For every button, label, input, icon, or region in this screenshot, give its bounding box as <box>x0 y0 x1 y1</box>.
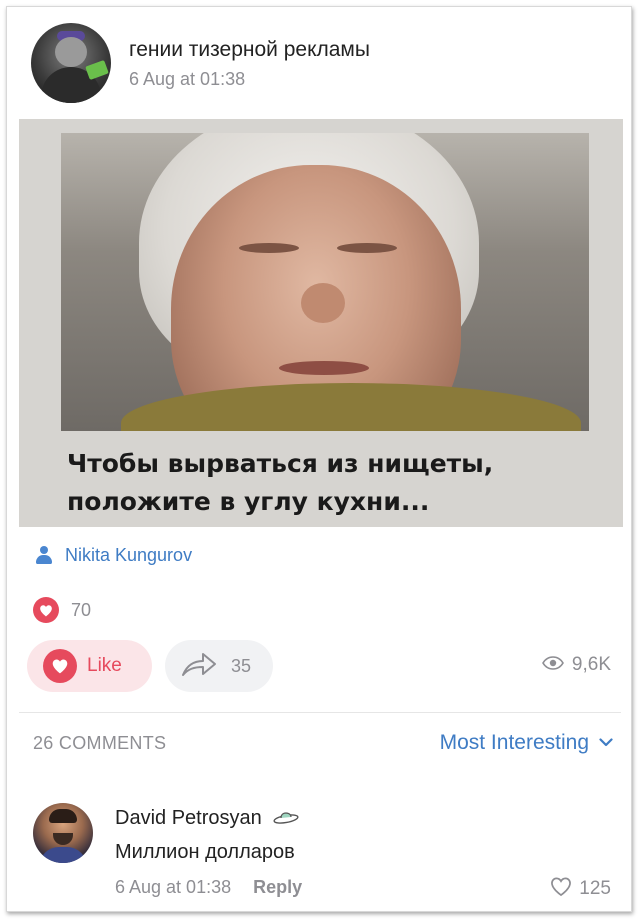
commenter-name[interactable]: David Petrosyan <box>115 807 262 830</box>
comment-time[interactable]: 6 Aug at 01:38 <box>115 877 231 898</box>
person-icon <box>35 546 53 564</box>
likes-summary[interactable]: 70 <box>33 597 91 623</box>
comments-sort-select[interactable]: Most Interesting <box>440 731 613 755</box>
header-text: гении тизерной рекламы 6 Aug at 01:38 <box>129 37 370 90</box>
post-actions: Like 35 9,6K <box>27 640 617 692</box>
eye-icon <box>541 655 564 675</box>
image-caption: Чтобы вырваться из нищеты, положите в уг… <box>67 445 607 521</box>
image-caption-line1: Чтобы вырваться из нищеты, <box>67 449 494 478</box>
share-icon <box>181 651 217 682</box>
group-name[interactable]: гении тизерной рекламы <box>129 37 370 63</box>
views-count: 9,6K <box>571 654 611 675</box>
post-image[interactable]: Чтобы вырваться из нищеты, положите в уг… <box>19 119 623 527</box>
sort-label[interactable]: Most Interesting <box>440 731 589 755</box>
comment-meta: 6 Aug at 01:38 Reply <box>115 877 302 898</box>
post-author[interactable]: Nikita Kungurov <box>35 543 192 567</box>
comment-likes-count: 125 <box>579 878 611 899</box>
commenter-avatar[interactable] <box>33 803 93 863</box>
share-button[interactable]: 35 <box>165 640 273 692</box>
comment-item: David Petrosyan Миллион долларов 6 Aug a… <box>33 799 623 909</box>
comments-count: 26 COMMENTS <box>33 733 167 753</box>
comment-like-button[interactable]: 125 <box>549 876 611 902</box>
post-time[interactable]: 6 Aug at 01:38 <box>129 69 370 90</box>
like-button[interactable]: Like <box>27 640 152 692</box>
heart-icon <box>33 597 59 623</box>
commenter-name-row: David Petrosyan <box>115 807 300 830</box>
post-header: гении тизерной рекламы 6 Aug at 01:38 <box>31 23 370 103</box>
author-name[interactable]: Nikita Kungurov <box>65 545 192 566</box>
likes-count: 70 <box>71 599 92 620</box>
heart-outline-icon <box>549 876 573 902</box>
shares-count: 35 <box>231 655 252 676</box>
heart-icon <box>43 649 77 683</box>
comment-text: Миллион долларов <box>115 841 295 863</box>
like-label: Like <box>87 655 122 676</box>
views-counter: 9,6K <box>541 654 611 676</box>
chevron-down-icon <box>599 734 613 752</box>
divider <box>19 712 621 713</box>
photo-elderly-woman <box>61 133 589 431</box>
post-card: гении тизерной рекламы 6 Aug at 01:38 Чт… <box>6 6 632 912</box>
ufo-icon <box>272 807 300 830</box>
group-avatar[interactable] <box>31 23 111 103</box>
reply-button[interactable]: Reply <box>253 877 302 898</box>
image-caption-line2: положите в углу кухни... <box>67 487 430 516</box>
